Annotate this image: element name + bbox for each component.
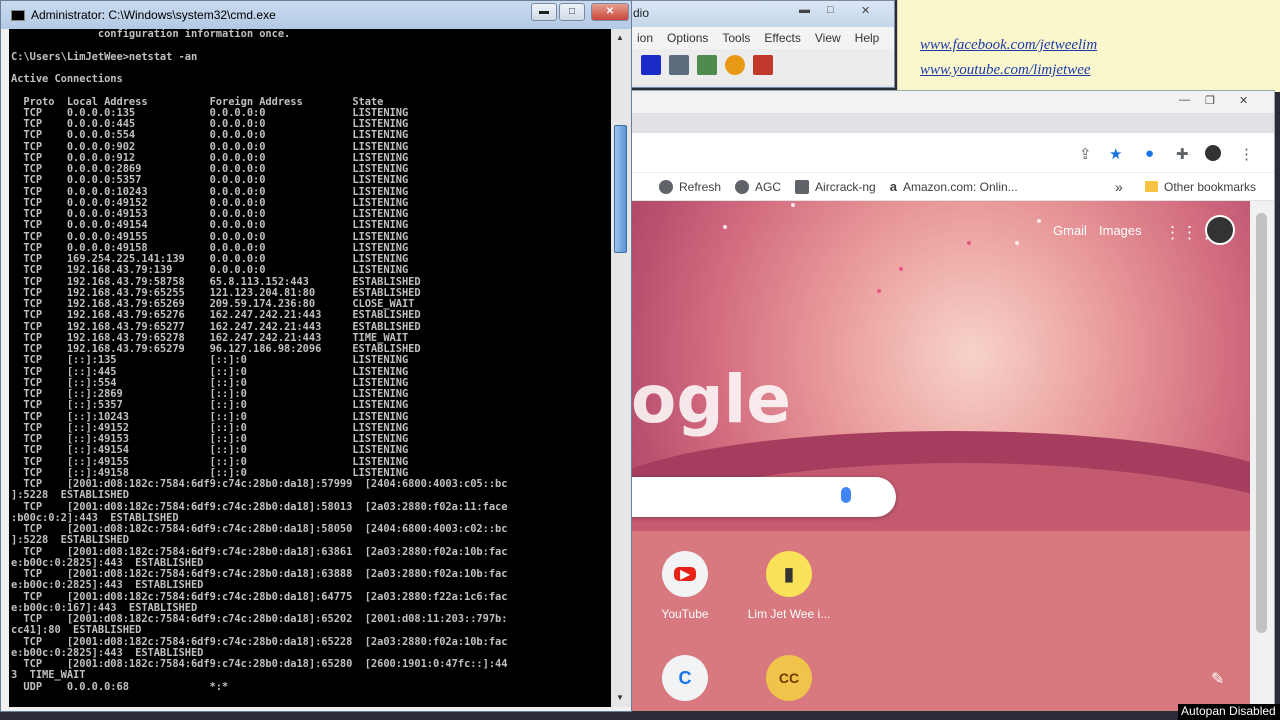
extensions-puzzle-icon[interactable]: ✚: [1176, 145, 1189, 163]
record-settings-icon[interactable]: [669, 55, 689, 75]
c-logo-icon: C: [662, 655, 708, 701]
cmd-title: Administrator: C:\Windows\system32\cmd.e…: [31, 8, 276, 22]
audio-menu-bar: ion Options Tools Effects View Help: [621, 27, 894, 49]
youtube-link[interactable]: www.youtube.com/limjetwee: [920, 62, 1091, 79]
audio-toolbar: [621, 49, 894, 85]
images-link[interactable]: Images: [1099, 223, 1142, 238]
bookmarks-bar: Refresh AGC Aircrack-ng a Amazon.com: On…: [631, 173, 1274, 201]
account-avatar[interactable]: [1205, 215, 1235, 245]
bookmark-label: Amazon.com: Onlin...: [902, 179, 1018, 194]
shortcut-label: YouTube: [661, 607, 709, 621]
cmd-scrollbar-thumb[interactable]: [614, 125, 627, 253]
sparkle-dot: [967, 241, 971, 245]
menu-kebab-icon[interactable]: ⋮: [1239, 145, 1254, 163]
chrome-maximize-button[interactable]: ❐: [1205, 94, 1215, 107]
sparkle-dot: [723, 225, 727, 229]
cmd-minimize-button[interactable]: ▬: [531, 3, 557, 21]
extension-player-icon[interactable]: ●: [1145, 145, 1154, 162]
globe-icon: [659, 179, 673, 194]
menu-options[interactable]: Options: [667, 31, 708, 49]
stop-icon[interactable]: [641, 55, 661, 75]
cmd-app-icon: [11, 10, 25, 21]
tab-strip: [631, 113, 1274, 133]
shortcut-lim-jet-wee[interactable]: ▮ Lim Jet Wee i...: [729, 551, 849, 621]
google-logo: ogle: [631, 361, 791, 438]
bookmark-refresh[interactable]: Refresh: [659, 179, 722, 194]
sparkle-dot: [1015, 241, 1019, 245]
gmail-link[interactable]: Gmail: [1053, 223, 1087, 238]
cmd-scrollbar[interactable]: ▲ ▼: [611, 29, 631, 707]
sparkle-dot: [1037, 219, 1041, 223]
chrome-titlebar: — ❐ ✕: [631, 91, 1274, 113]
close-button[interactable]: ✕: [861, 4, 870, 17]
bookmark-star-icon[interactable]: ★: [1109, 145, 1122, 163]
minimize-button[interactable]: ▬: [799, 4, 810, 16]
other-bookmarks-label: Other bookmarks: [1164, 179, 1257, 194]
share-icon[interactable]: ⇪: [1079, 145, 1092, 163]
profile-avatar[interactable]: [1205, 145, 1221, 161]
cmd-titlebar: Administrator: C:\Windows\system32\cmd.e…: [1, 1, 631, 29]
aircrack-icon: [795, 179, 810, 194]
maximize-button[interactable]: □: [827, 4, 834, 16]
sparkle-dot: [791, 203, 795, 207]
chrome-minimize-button[interactable]: —: [1179, 94, 1190, 106]
bookmark-label: AGC: [755, 179, 782, 194]
save-icon[interactable]: [697, 55, 717, 75]
bookmark-agc[interactable]: AGC: [735, 179, 782, 194]
amazon-icon: a: [889, 179, 897, 194]
scroll-up-arrow-icon[interactable]: ▲: [616, 33, 624, 42]
bookmark-label: Aircrack-ng: [815, 179, 876, 194]
bookmark-label: Refresh: [679, 179, 722, 194]
autopan-status: Autopan Disabled: [1178, 704, 1280, 720]
audio-editor-window: dio ▬ □ ✕ ion Options Tools Effects View…: [620, 0, 895, 88]
customize-pencil-icon[interactable]: ✎: [1211, 669, 1224, 689]
audio-window-title: dio ▬ □ ✕: [621, 1, 894, 27]
menu-effects[interactable]: Effects: [764, 31, 800, 49]
cmd-maximize-button[interactable]: □: [559, 3, 585, 21]
audio-window-title-text: dio: [633, 6, 650, 20]
cmd-close-button[interactable]: ✕: [591, 3, 629, 21]
menu-help[interactable]: Help: [855, 31, 880, 49]
chrome-close-button[interactable]: ✕: [1239, 94, 1248, 107]
other-bookmarks-folder[interactable]: Other bookmarks: [1145, 180, 1256, 194]
sticky-note: www.facebook.com/jetweelim www.youtube.c…: [897, 0, 1280, 92]
search-box[interactable]: [631, 477, 896, 517]
menu-view[interactable]: View: [815, 31, 841, 49]
youtube-icon: ▶: [662, 551, 708, 597]
cup-icon: ▮: [766, 551, 812, 597]
shortcut-youtube[interactable]: ▶ YouTube: [631, 551, 745, 621]
desktop: dio ▬ □ ✕ ion Options Tools Effects View…: [0, 0, 1280, 720]
gear-icon[interactable]: [725, 55, 745, 75]
shortcut-cc-app[interactable]: CC: [729, 655, 849, 701]
folder-icon: [1145, 181, 1158, 192]
sparkle-dot: [899, 267, 903, 271]
scrollbar-thumb[interactable]: [1256, 213, 1267, 633]
microphone-icon[interactable]: [841, 487, 851, 503]
address-bar-row: ⇪ ★ ● ✚ ⋮: [631, 133, 1274, 173]
facebook-link[interactable]: www.facebook.com/jetweelim: [920, 37, 1097, 54]
sparkle-dot: [877, 289, 881, 293]
console-text: configuration information once. C:\Users…: [11, 29, 508, 693]
shortcut-label: Lim Jet Wee i...: [747, 607, 831, 621]
page-scrollbar[interactable]: [1250, 201, 1274, 711]
menu-tools[interactable]: Tools: [722, 31, 750, 49]
bookmark-amazon[interactable]: a Amazon.com: Onlin...: [890, 179, 1018, 194]
shortcut-c-app[interactable]: C: [631, 655, 745, 701]
console-output[interactable]: configuration information once. C:\Users…: [9, 29, 611, 707]
scroll-down-arrow-icon[interactable]: ▼: [616, 693, 624, 702]
cc-logo-icon: CC: [766, 655, 812, 701]
cmd-window: Administrator: C:\Windows\system32\cmd.e…: [0, 0, 632, 712]
new-tab-page: ogle Gmail Images ⋮⋮⋮ ▶ YouTube ▮ Lim Je…: [631, 201, 1250, 711]
bookmark-aircrack[interactable]: Aircrack-ng: [795, 179, 876, 194]
menu-item[interactable]: ion: [637, 31, 653, 49]
more-bookmarks-button[interactable]: »: [1115, 179, 1123, 195]
chrome-window: — ❐ ✕ ⇪ ★ ● ✚ ⋮ Refresh AGC Aircrack-ng: [630, 90, 1275, 711]
globe-icon: [735, 179, 750, 194]
split-icon[interactable]: [753, 55, 773, 75]
